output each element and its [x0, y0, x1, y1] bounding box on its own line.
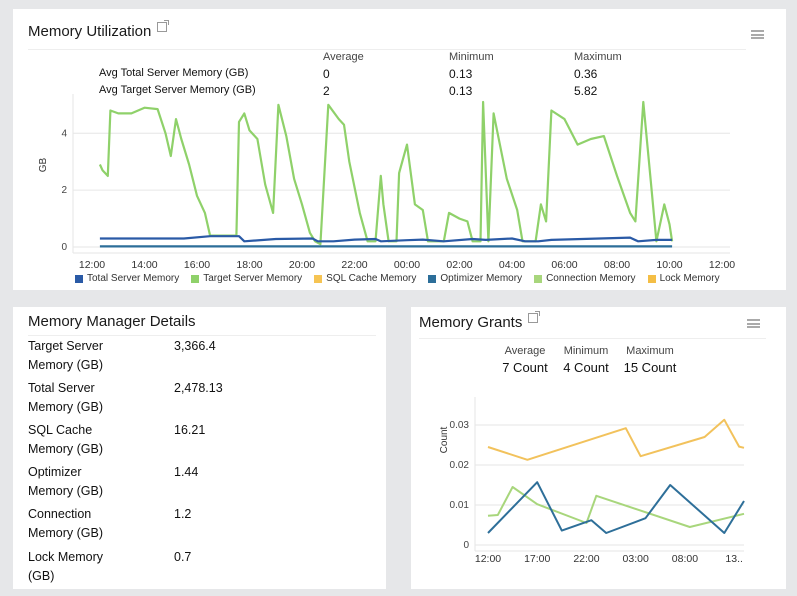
memory-manager-title: Memory Manager Details — [28, 313, 196, 330]
stat-header-minimum: Minimum — [449, 51, 494, 63]
stat-value: 0 — [323, 67, 330, 81]
y-tick-label: 0.02 — [450, 460, 470, 471]
memory-utilization-title: Memory Utilization — [28, 20, 170, 40]
memory-grants-panel: Memory Grants Average 7 Count Minimum 4 … — [411, 307, 786, 589]
grant-stat-average: Average 7 Count — [502, 345, 548, 375]
legend-swatch — [75, 274, 83, 283]
y-tick-label: 0 — [61, 242, 67, 253]
detail-label: Target Server Memory (GB) — [28, 339, 104, 372]
series-line-target-server-memory — [98, 100, 674, 246]
hamburger-menu-icon[interactable] — [747, 319, 760, 328]
grant-stat-minimum: Minimum 4 Count — [563, 345, 609, 375]
y-axis-title: Count — [439, 426, 450, 453]
memory-grants-title: Memory Grants — [419, 311, 541, 331]
detail-label: Total Server Memory (GB) — [28, 381, 103, 414]
detail-row: Target Server Memory (GB) 3,366.4 — [28, 337, 216, 375]
detail-label: Lock Memory (GB) — [28, 550, 104, 583]
detail-value: 1.44 — [174, 465, 199, 479]
legend-item-optimizer[interactable]: Optimizer Memory — [428, 273, 522, 284]
legend-swatch — [534, 274, 543, 283]
legend-item-connection[interactable]: Connection Memory — [534, 273, 636, 284]
x-tick-label: 22:00 — [341, 259, 367, 271]
x-tick-label: 06:00 — [551, 259, 577, 271]
stat-value: 2 — [323, 84, 330, 98]
detail-value: 16.21 — [174, 423, 206, 437]
stat-header-average: Average — [323, 51, 364, 63]
memory-utilization-panel: Memory Utilization Average Minimum Maxim… — [13, 9, 786, 290]
detail-value: 2,478.13 — [174, 381, 223, 395]
series-line-yellow — [487, 418, 745, 461]
hamburger-menu-icon[interactable] — [751, 30, 764, 39]
detail-value: 3,366.4 — [174, 339, 216, 353]
chart-legend: Total Server Memory Target Server Memory… — [75, 273, 720, 284]
x-tick-label: 08:00 — [604, 259, 630, 271]
x-tick-label: 00:00 — [394, 259, 420, 271]
legend-item-sql-cache[interactable]: SQL Cache Memory — [314, 273, 416, 284]
x-tick-label: 02:00 — [446, 259, 472, 271]
legend-swatch — [428, 274, 437, 283]
divider — [28, 335, 376, 336]
stat-value: 0.36 — [574, 67, 598, 81]
detail-value: 0.7 — [174, 550, 192, 564]
stat-value: 0.13 — [449, 84, 473, 98]
series-line-blue — [487, 481, 745, 534]
series-line-green — [487, 486, 745, 528]
legend-item-target-server[interactable]: Target Server Memory — [191, 273, 302, 284]
grant-stat-maximum: Maximum 15 Count — [623, 345, 677, 375]
legend-swatch — [191, 274, 200, 283]
legend-swatch — [647, 274, 656, 283]
x-tick-label: 12:00 — [475, 553, 501, 565]
detail-label: Connection Memory (GB) — [28, 507, 103, 540]
y-tick-label: 4 — [61, 128, 67, 139]
y-tick-label: 0.01 — [450, 500, 470, 511]
x-tick-label: 10:00 — [656, 259, 682, 271]
divider — [28, 49, 746, 50]
x-tick-label: 17:00 — [524, 553, 550, 565]
detail-row: Lock Memory (GB) 0.7 — [28, 548, 191, 586]
x-tick-label: 22:00 — [573, 553, 599, 565]
detail-value: 1.2 — [174, 507, 192, 521]
x-tick-label: 16:00 — [184, 259, 210, 271]
y-axis-title: GB — [38, 157, 49, 172]
memory-manager-panel: Memory Manager Details Target Server Memo… — [13, 307, 386, 589]
detail-row: Total Server Memory (GB) 2,478.13 — [28, 379, 223, 417]
y-tick-label: 2 — [61, 185, 67, 196]
x-tick-label: 08:00 — [672, 553, 698, 565]
stat-label-target-server: Avg Target Server Memory (GB) — [99, 84, 256, 96]
detail-row: Optimizer Memory (GB) 1.44 — [28, 463, 198, 501]
stat-label-total-server: Avg Total Server Memory (GB) — [99, 67, 249, 79]
x-tick-label: 18:00 — [236, 259, 262, 271]
x-tick-label: 12:00 — [709, 259, 735, 271]
memory-utilization-chart: 0 2 4 GB 12:00 14:00 16:00 18:00 20:00 22:00 00:00… — [38, 94, 735, 271]
stat-value: 0.13 — [449, 67, 473, 81]
x-tick-label: 04:00 — [499, 259, 525, 271]
detail-row: SQL Cache Memory (GB) 16.21 — [28, 421, 205, 459]
detail-label: SQL Cache Memory (GB) — [28, 423, 103, 456]
detail-label: Optimizer Memory (GB) — [28, 465, 103, 498]
x-tick-label: 20:00 — [289, 259, 315, 271]
legend-item-lock[interactable]: Lock Memory — [647, 273, 720, 284]
y-tick-label: 0.03 — [450, 420, 470, 431]
external-link-icon[interactable] — [157, 20, 170, 32]
x-tick-label: 03:00 — [623, 553, 649, 565]
stat-value: 5.82 — [574, 84, 598, 98]
legend-item-total-server[interactable]: Total Server Memory — [75, 273, 179, 284]
stat-header-maximum: Maximum — [574, 51, 622, 63]
external-link-icon[interactable] — [528, 311, 541, 323]
divider — [419, 338, 766, 339]
x-tick-label: 13.. — [725, 553, 743, 565]
x-tick-label: 12:00 — [79, 259, 105, 271]
y-tick-label: 0 — [463, 540, 469, 551]
series-line-total-server-memory — [99, 235, 673, 243]
detail-row: Connection Memory (GB) 1.2 — [28, 505, 191, 543]
x-tick-label: 14:00 — [131, 259, 157, 271]
legend-swatch — [314, 274, 323, 283]
